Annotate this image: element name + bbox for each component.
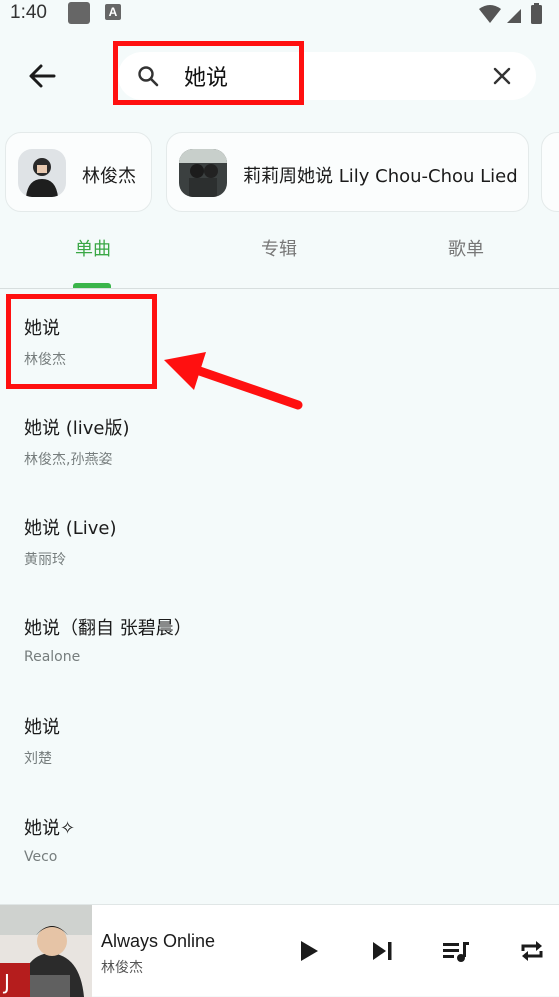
song-artist: 黄丽玲 bbox=[24, 552, 66, 568]
list-item[interactable]: 她说 刘楚 bbox=[0, 691, 559, 791]
song-title: 她说（翻自 张碧晨） bbox=[24, 618, 192, 639]
chip-label: 莉莉周她说 Lily Chou-Chou Lied bbox=[243, 166, 518, 187]
tab-indicator bbox=[73, 283, 111, 288]
song-title: 她说 (Live) bbox=[24, 518, 117, 539]
signal-battery-icons bbox=[479, 3, 542, 24]
chip-artist[interactable]: 林俊杰 bbox=[5, 132, 152, 212]
list-item[interactable]: 她说✧ Veco bbox=[0, 792, 559, 892]
annotation-arrow-icon bbox=[164, 352, 303, 410]
mini-player[interactable]: J Always Online 林俊杰 bbox=[0, 904, 559, 997]
repeat-icon[interactable] bbox=[518, 937, 546, 965]
status-time: 1:40 bbox=[10, 2, 47, 23]
song-title: 她说 (live版) bbox=[24, 418, 130, 439]
play-icon[interactable] bbox=[294, 937, 322, 965]
song-artist: Veco bbox=[24, 849, 58, 865]
queue-music-icon[interactable] bbox=[442, 937, 470, 965]
list-item[interactable]: 她说 (Live) 黄丽玲 bbox=[0, 492, 559, 592]
list-item[interactable]: 她说（翻自 张碧晨） Realone bbox=[0, 592, 559, 692]
chip-label: 林俊杰 bbox=[82, 166, 136, 187]
search-highlight-box bbox=[113, 41, 304, 105]
result-tabs: 单曲 专辑 歌单 bbox=[0, 222, 559, 289]
tab-playlists[interactable]: 歌单 bbox=[373, 222, 559, 288]
now-playing-artist: 林俊杰 bbox=[101, 960, 143, 976]
chip-more[interactable] bbox=[541, 132, 559, 212]
close-icon[interactable] bbox=[492, 66, 512, 86]
now-playing-cover: J bbox=[0, 905, 92, 997]
tab-songs[interactable]: 单曲 bbox=[0, 222, 186, 288]
song-title: 她说 bbox=[24, 717, 60, 738]
artist-avatar bbox=[18, 149, 66, 197]
svg-text:J: J bbox=[2, 970, 10, 994]
skip-next-icon[interactable] bbox=[368, 937, 396, 965]
album-cover bbox=[179, 149, 227, 197]
song-artist: 刘楚 bbox=[24, 751, 52, 767]
notification-app-icon bbox=[68, 2, 90, 24]
song-highlight-box bbox=[6, 294, 157, 389]
suggestion-chips: 林俊杰 莉莉周她说 Lily Chou-Chou Lied bbox=[0, 132, 559, 214]
notification-a-icon: A bbox=[105, 4, 121, 20]
back-arrow-icon[interactable] bbox=[22, 56, 62, 96]
song-artist: 林俊杰,孙燕姿 bbox=[24, 452, 113, 468]
song-artist: Realone bbox=[24, 649, 81, 665]
tab-albums[interactable]: 专辑 bbox=[186, 222, 372, 288]
chip-album[interactable]: 莉莉周她说 Lily Chou-Chou Lied bbox=[166, 132, 529, 212]
status-bar: 1:40 A bbox=[0, 0, 559, 28]
now-playing-title: Always Online bbox=[101, 931, 216, 951]
song-title: 她说✧ bbox=[24, 818, 76, 839]
